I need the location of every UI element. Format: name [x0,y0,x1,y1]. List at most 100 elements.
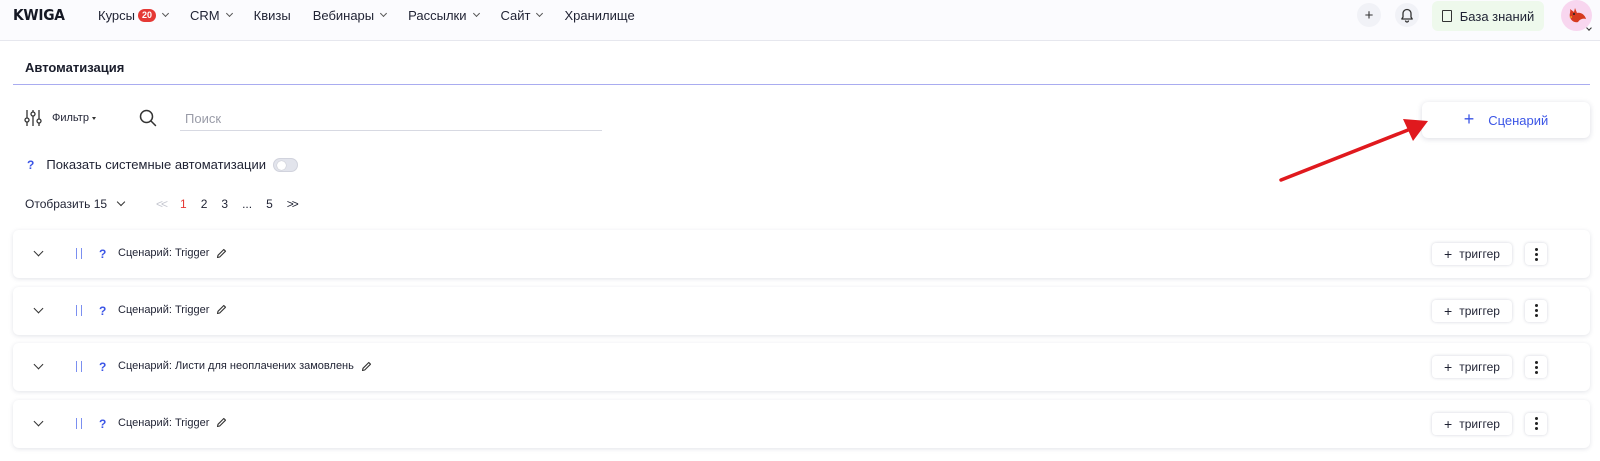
nav-item-label: Вебинары [312,7,375,23]
kwiga-logo[interactable]: KWIGA [13,6,65,24]
plus-icon: + [1444,246,1453,262]
kebab-dot [1534,370,1538,374]
system-automations-row: ? Показать системные автоматизации [27,157,298,172]
expand-chevron-icon[interactable] [33,303,44,313]
pause-icon[interactable] [76,417,82,429]
nav-item-mailings[interactable]: Рассылки [408,7,480,23]
add-trigger-button[interactable]: + триггер [1432,243,1512,265]
automation-row: ? Сценарий: Trigger + триггер [13,286,1590,335]
knowledge-base-button[interactable]: База знаний [1432,1,1544,31]
add-trigger-button[interactable]: + триггер [1432,356,1512,378]
document-icon [1441,10,1452,22]
add-trigger-button[interactable]: + триггер [1432,412,1512,435]
page-title: Автоматизация [25,60,125,75]
plus-icon: + [1364,6,1374,24]
nav-item-courses[interactable]: Курсы 20 [98,7,170,23]
plus-icon: + [1444,359,1453,375]
plus-icon: + [1444,415,1453,432]
add-trigger-button[interactable]: + триггер [1432,299,1512,322]
expand-chevron-icon[interactable] [33,246,44,257]
filter-label: Фильтр [52,112,89,124]
scenario-name-text: Сценарий: Trigger [118,303,210,316]
nav-item-site[interactable]: Сайт [500,7,544,23]
more-options-button[interactable] [1525,299,1547,322]
more-options-button[interactable] [1525,356,1547,378]
toggle-knob [276,160,286,170]
pencil-icon[interactable] [216,248,227,259]
chevron-down-icon [225,9,233,18]
chevron-down-icon [116,197,126,207]
kebab-dot [1534,360,1538,364]
system-automations-toggle[interactable] [272,157,298,172]
page-3-button[interactable]: 3 [221,197,228,211]
nav-item-label: Квизы [253,7,291,23]
kebab-dot [1534,314,1538,317]
bell-icon [1401,8,1413,23]
nav-item-label: CRM [190,7,220,23]
cardinal-bird-icon [1568,7,1586,22]
automation-row: ? Сценарий: Trigger + триггер [13,230,1590,278]
pencil-icon[interactable] [216,417,227,428]
automation-row: ? Сценарий: Листи для неоплачених замовл… [13,343,1590,391]
per-page-label: Отобразить 15 [25,197,108,211]
help-icon[interactable]: ? [99,304,106,318]
search-icon[interactable] [139,109,157,127]
expand-chevron-icon[interactable] [33,359,44,370]
pause-icon[interactable] [76,361,82,372]
pencil-icon[interactable] [361,361,372,372]
pagination: << 1 2 3 ... 5 >> [156,197,311,211]
kebab-dot [1534,304,1538,307]
page-2-button[interactable]: 2 [201,197,208,211]
chevron-down-icon [161,9,170,18]
more-options-button[interactable] [1525,412,1547,435]
pause-icon[interactable] [76,304,82,316]
add-trigger-label: триггер [1459,360,1500,374]
nav-item-label: Хранилище [564,7,635,23]
next-pages-button[interactable]: >> [287,197,299,211]
nav-item-label: Рассылки [408,7,467,23]
main-nav: Курсы 20 CRM Квизы Вебинары Рассылки Сай… [98,0,657,30]
scenario-name: Сценарий: Trigger [118,247,227,259]
nav-item-quizzes[interactable]: Квизы [254,8,291,23]
per-page-select[interactable]: Отобразить 15 [25,197,126,211]
courses-count-badge: 20 [138,8,157,22]
first-page-button: << [156,197,168,211]
knowledge-base-label: База знаний [1459,8,1535,24]
kebab-dot [1534,309,1538,312]
filter-dropdown[interactable]: Фильтр [24,109,96,127]
search-input[interactable] [180,107,602,131]
system-automations-label: Показать системные автоматизации [46,157,266,172]
nav-item-label: Сайт [500,7,531,23]
chevron-down-icon[interactable] [1586,25,1592,31]
plus-icon: + [1463,109,1475,129]
scenario-name-text: Сценарий: Trigger [118,416,210,429]
notifications-button[interactable] [1395,3,1419,27]
automation-list: ? Сценарий: Trigger + триггер ? Сценарий… [13,230,1590,456]
add-trigger-label: триггер [1459,247,1500,261]
help-icon[interactable]: ? [27,158,34,172]
chevron-down-icon [536,9,544,18]
kebab-dot [1534,365,1538,369]
scenario-name: Сценарий: Листи для неоплачених замовлен… [118,360,372,372]
kebab-dot [1534,252,1538,256]
add-scenario-button[interactable]: + Сценарий [1422,102,1590,138]
add-new-button[interactable]: + [1357,3,1381,27]
page-5-button[interactable]: 5 [266,197,273,211]
sliders-icon [24,110,42,126]
nav-item-webinars[interactable]: Вебинары [312,7,388,23]
chevron-down-icon [472,9,480,18]
nav-item-label: Курсы [98,7,136,23]
caret-down-icon [91,116,96,120]
more-options-button[interactable] [1525,243,1547,265]
pause-icon[interactable] [76,248,82,259]
help-icon[interactable]: ? [99,247,106,261]
help-icon[interactable]: ? [99,417,106,431]
page-1-button[interactable]: 1 [180,197,187,211]
help-icon[interactable]: ? [99,360,106,374]
add-trigger-label: триггер [1459,303,1500,318]
scenario-name: Сценарий: Trigger [118,417,227,429]
nav-item-storage[interactable]: Хранилище [564,8,634,23]
nav-item-crm[interactable]: CRM [190,7,233,23]
pencil-icon[interactable] [216,304,227,315]
expand-chevron-icon[interactable] [33,416,44,426]
